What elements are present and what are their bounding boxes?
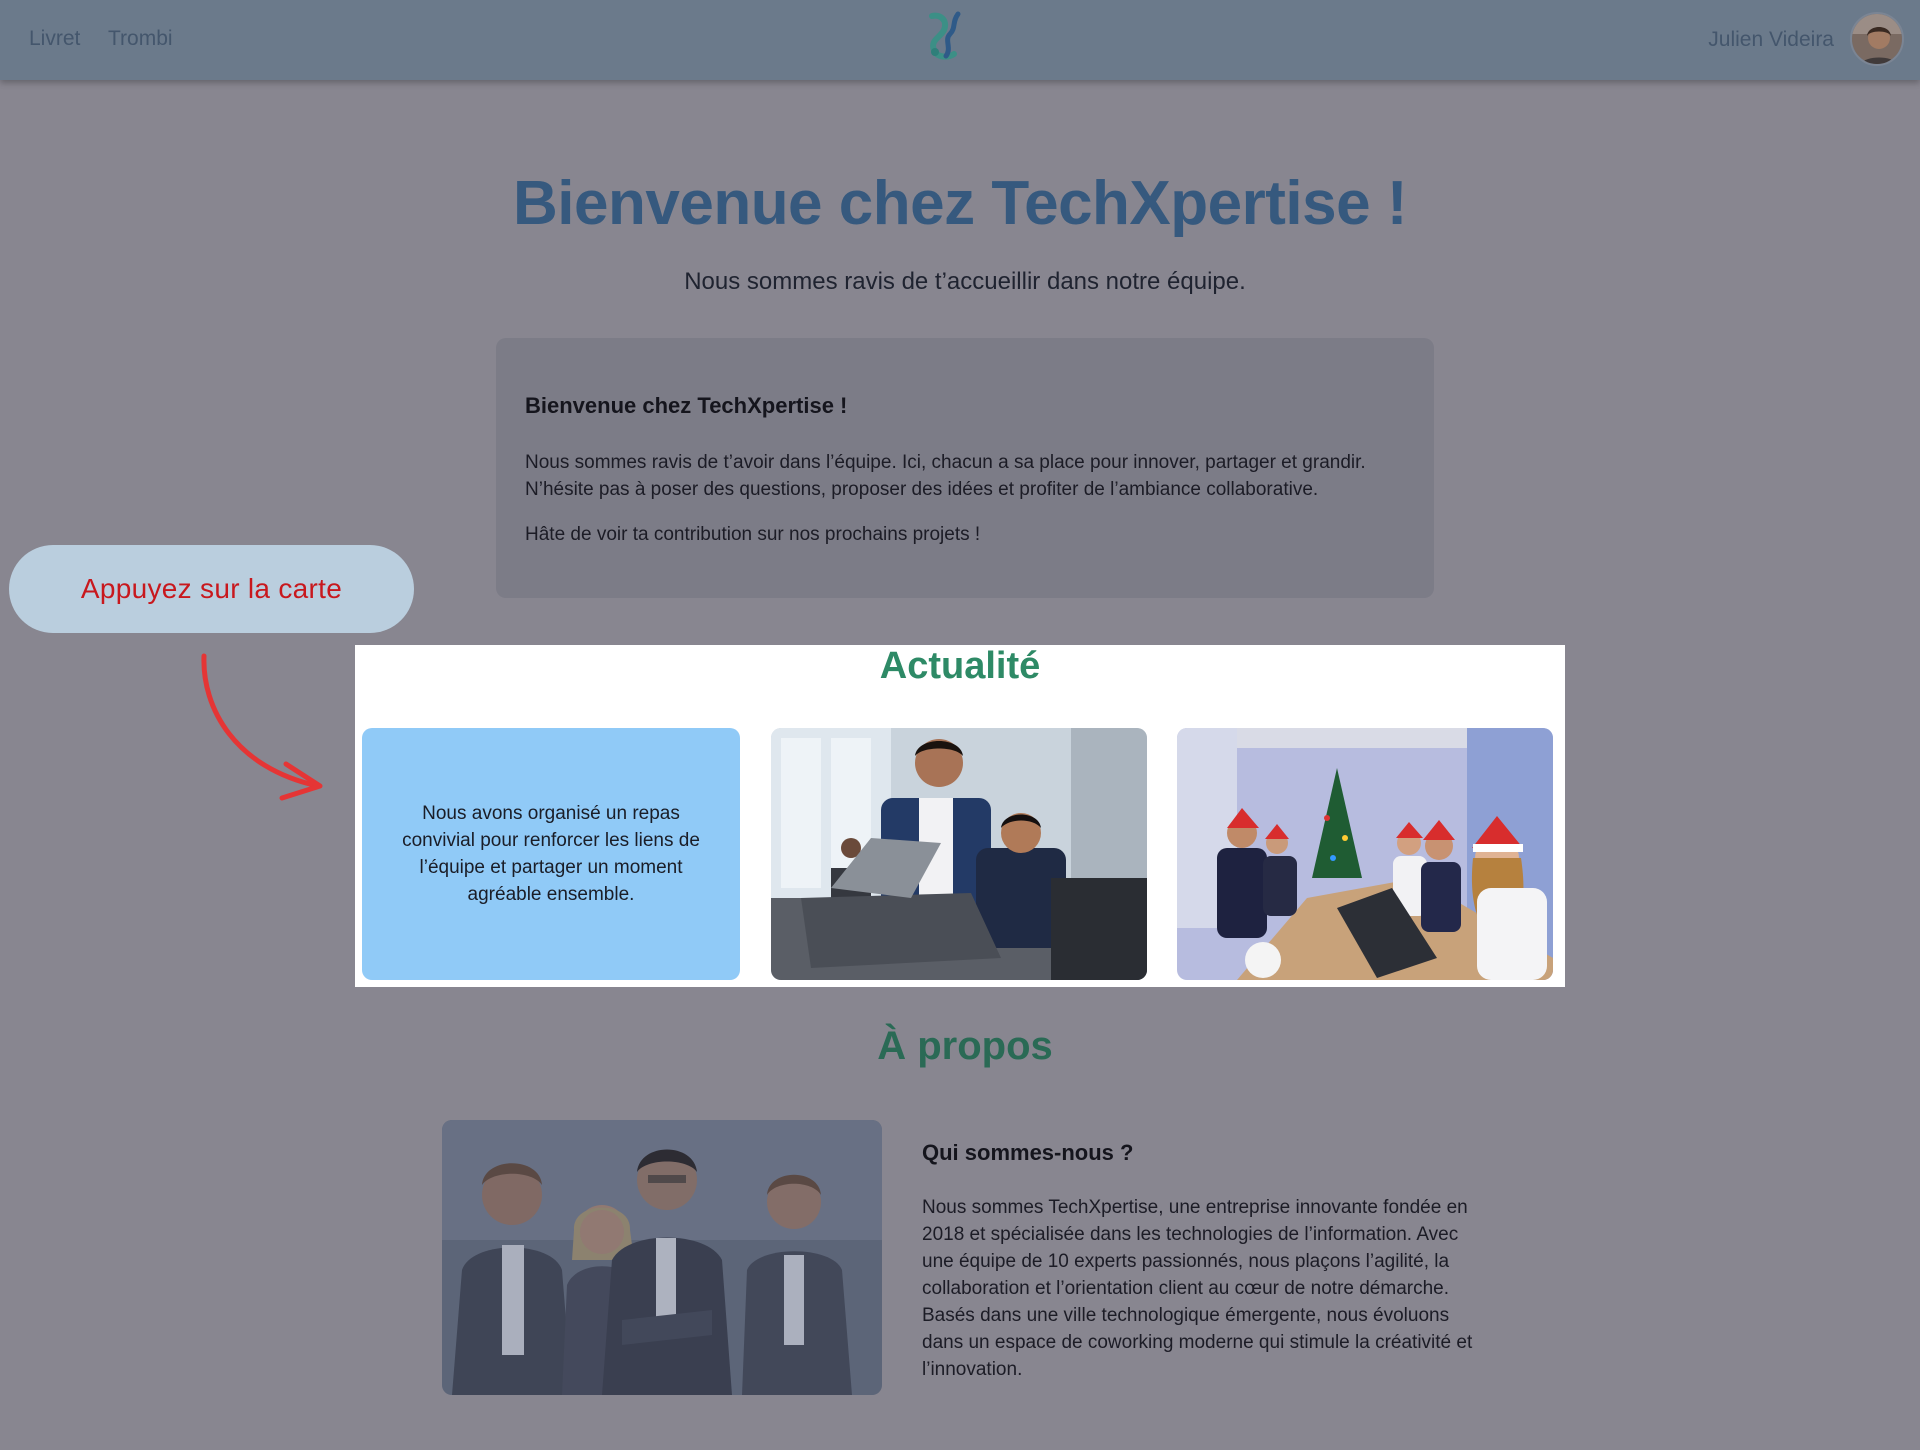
- tutorial-hint-text: Appuyez sur la carte: [80, 573, 343, 604]
- user-name[interactable]: Julien Videira: [1708, 28, 1834, 52]
- user-avatar[interactable]: [1850, 12, 1904, 66]
- news-card-image-coworkers[interactable]: [771, 728, 1147, 980]
- news-card-text[interactable]: Nous avons organisé un repas convivial p…: [362, 728, 740, 980]
- top-navbar: Livret Trombi Julien Videira: [0, 0, 1920, 80]
- nav-link-trombi[interactable]: Trombi: [108, 27, 173, 51]
- about-text-block: Qui sommes-nous ? Nous sommes TechXperti…: [922, 1140, 1492, 1383]
- welcome-card: Bienvenue chez TechXpertise ! Nous somme…: [496, 338, 1434, 598]
- welcome-card-title: Bienvenue chez TechXpertise !: [525, 393, 848, 418]
- news-section: Actualité Nous avons organisé un repas c…: [355, 645, 1565, 987]
- team-christmas-photo-image: [1177, 728, 1553, 980]
- news-section-title: Actualité: [879, 645, 1041, 687]
- news-card-text-content: Nous avons organisé un repas convivial p…: [402, 803, 700, 905]
- welcome-card-paragraph: Nous sommes ravis de t’avoir dans l’équi…: [525, 452, 1366, 500]
- about-subtitle: Qui sommes-nous ?: [922, 1140, 1134, 1165]
- team-group-photo-image: [442, 1120, 882, 1395]
- techxpertise-logo-icon[interactable]: [922, 10, 968, 62]
- office-photo-image: [771, 728, 1147, 980]
- page-title: Bienvenue chez TechXpertise !: [513, 169, 1407, 238]
- page-subtitle: Nous sommes ravis de t’accueillir dans n…: [684, 268, 1246, 295]
- about-team-photo: [442, 1120, 882, 1395]
- tutorial-hint-bubble: Appuyez sur la carte: [9, 545, 414, 633]
- hint-arrow-icon: [201, 653, 323, 801]
- news-card-image-christmas-team[interactable]: [1177, 728, 1553, 980]
- about-section-title: À propos: [877, 1024, 1053, 1068]
- welcome-card-paragraph: Hâte de voir ta contribution sur nos pro…: [525, 524, 981, 545]
- nav-link-livret[interactable]: Livret: [29, 27, 80, 51]
- about-paragraph: Nous sommes TechXpertise, une entreprise…: [922, 1197, 1473, 1380]
